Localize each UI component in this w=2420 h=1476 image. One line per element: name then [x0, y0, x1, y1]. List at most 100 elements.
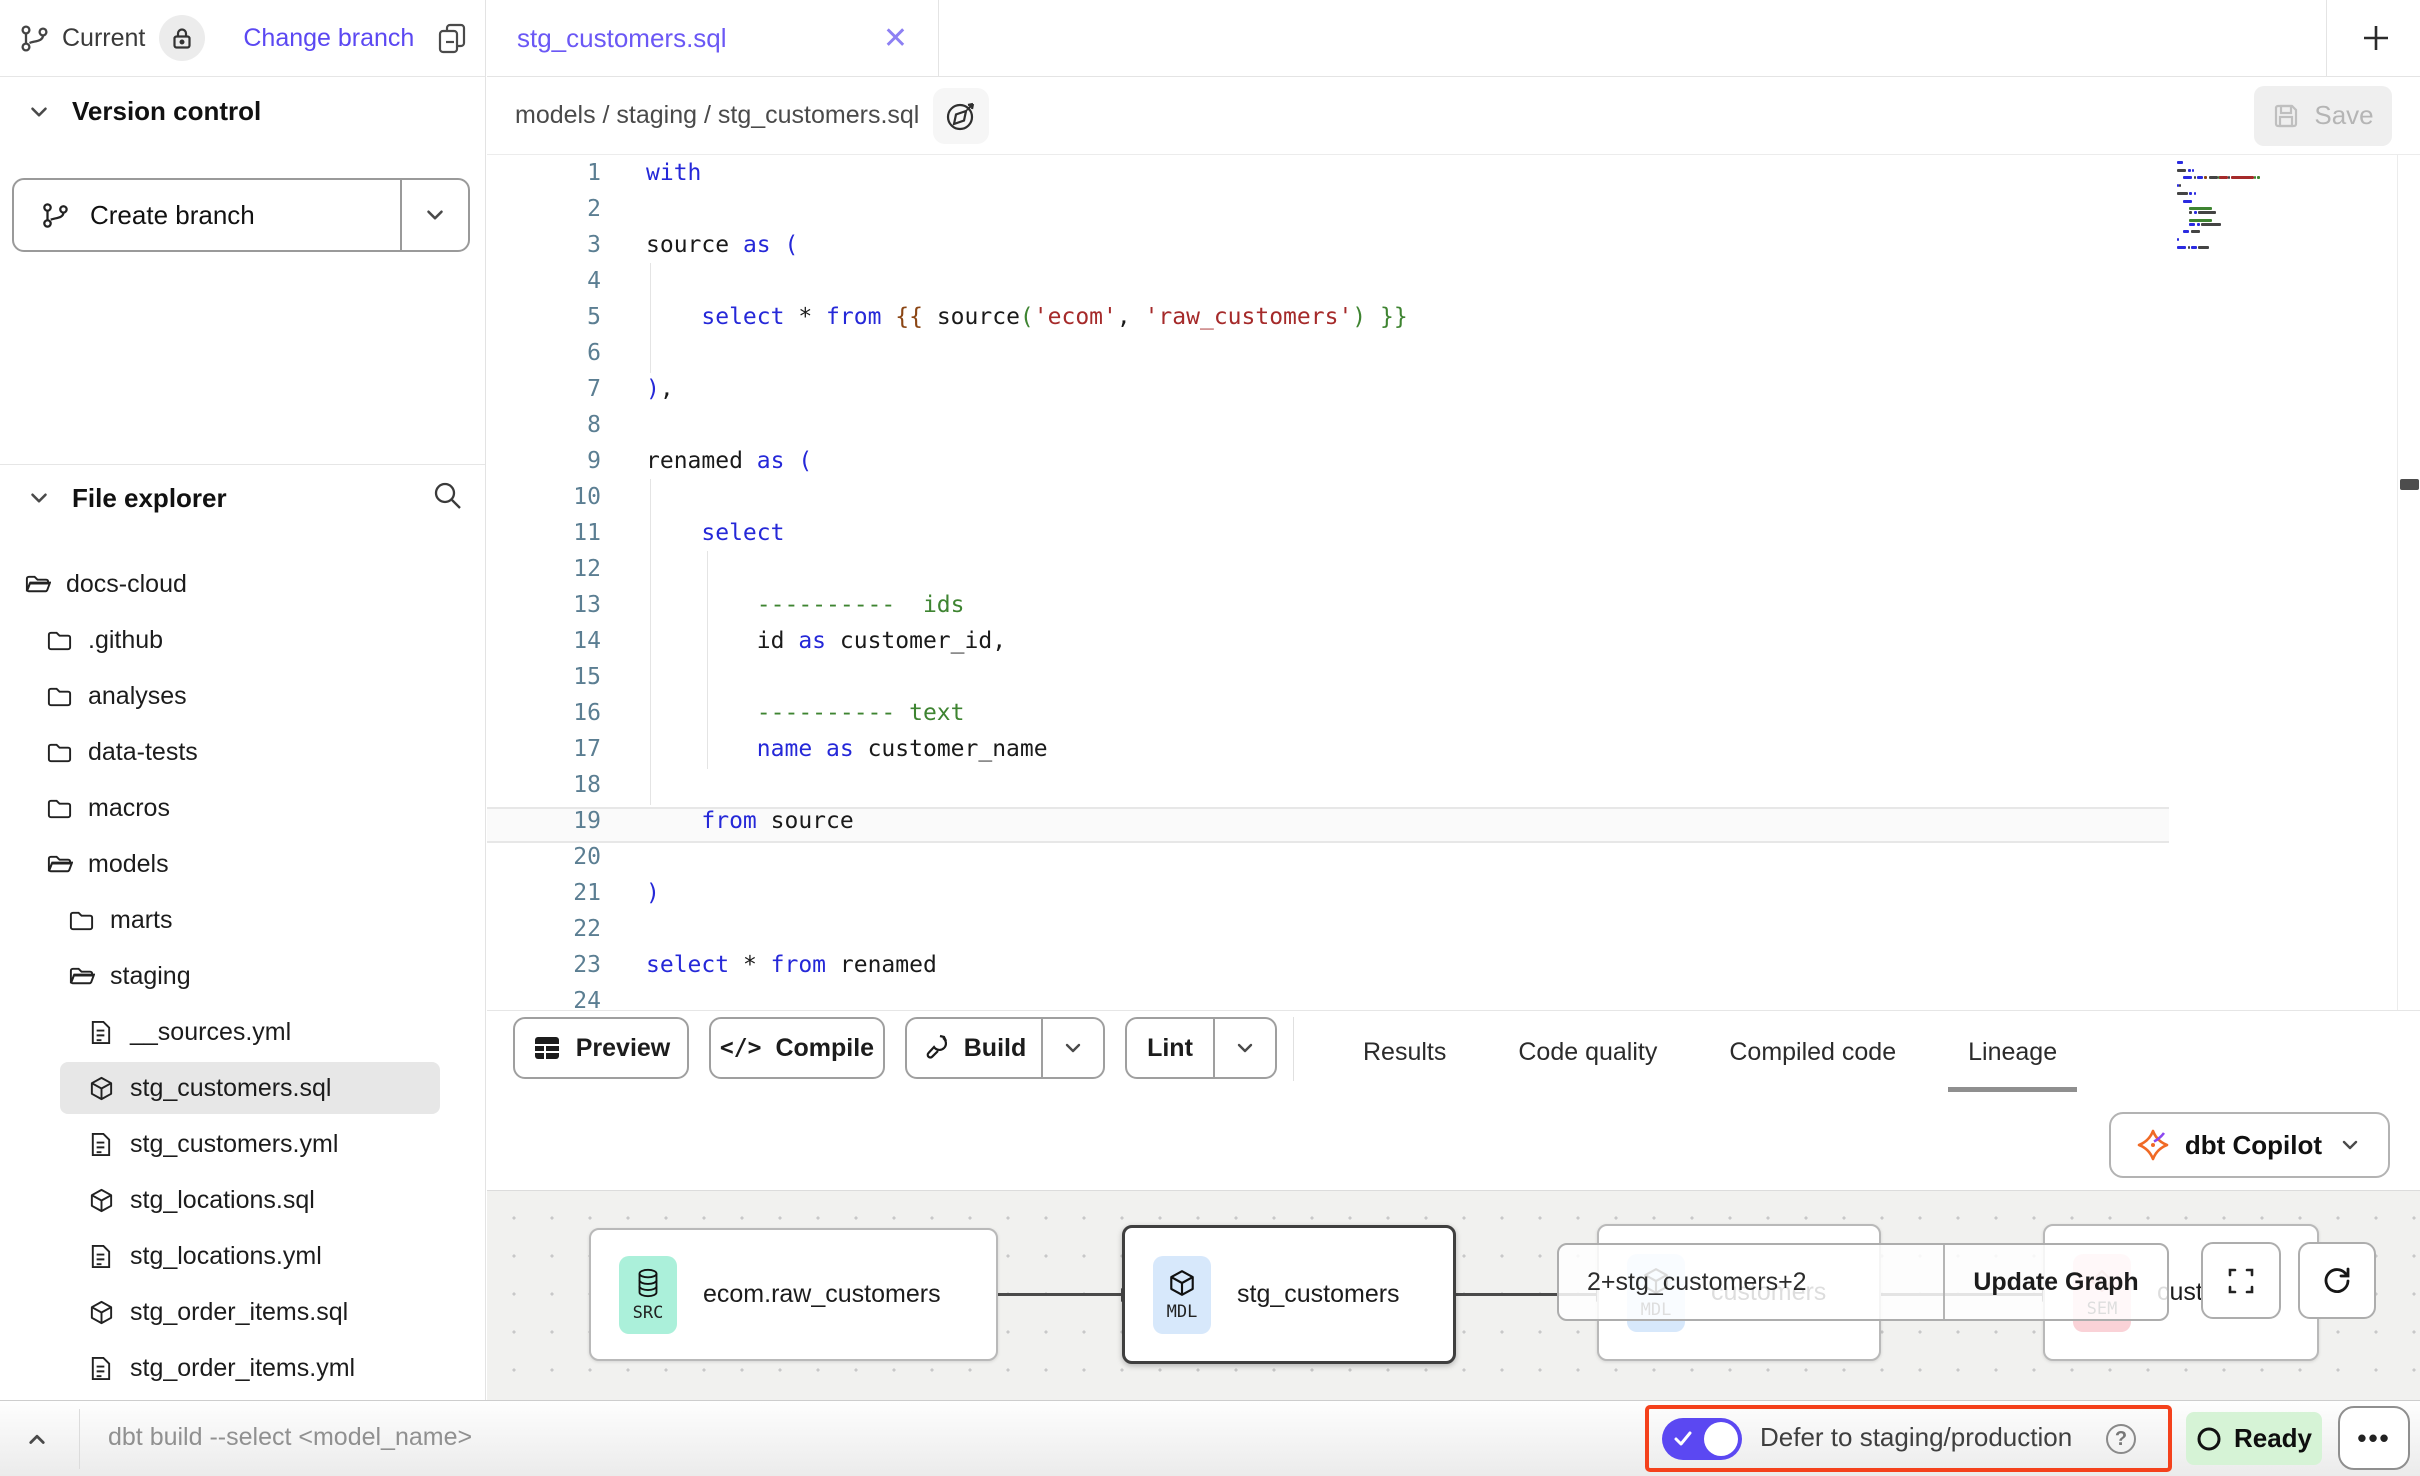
file-tree-item-staging[interactable]: staging	[0, 948, 486, 1004]
code-text: from source	[646, 803, 854, 839]
file-tree-item-models[interactable]: models	[0, 836, 486, 892]
code-line-20[interactable]: 20	[487, 839, 2420, 875]
code-line-2[interactable]: 2	[487, 191, 2420, 227]
dbt-copilot-icon	[2137, 1129, 2169, 1161]
file-explorer-header[interactable]: File explorer	[0, 465, 485, 531]
search-icon[interactable]	[431, 479, 465, 513]
new-tab-button[interactable]	[2356, 18, 2396, 58]
code-line-16[interactable]: 16 ---------- text	[487, 695, 2420, 731]
tab-stg-customers-sql[interactable]: stg_customers.sql ✕	[487, 0, 939, 77]
code-line-22[interactable]: 22	[487, 911, 2420, 947]
save-button[interactable]: Save	[2254, 86, 2392, 146]
folder-open-icon	[68, 963, 95, 990]
fullscreen-icon[interactable]	[2201, 1242, 2281, 1319]
file-tree-item--sources-yml[interactable]: __sources.yml	[0, 1004, 486, 1060]
code-line-11[interactable]: 11 select	[487, 515, 2420, 551]
tab-lineage[interactable]: Lineage	[1932, 1011, 2093, 1093]
file-tree-item-stg-order-items-yml[interactable]: stg_order_items.yml	[0, 1340, 486, 1396]
code-line-19[interactable]: 19 from source	[487, 803, 2420, 839]
create-branch-label: Create branch	[90, 200, 255, 231]
code-line-18[interactable]: 18	[487, 767, 2420, 803]
code-line-13[interactable]: 13 ---------- ids	[487, 587, 2420, 623]
change-branch-link[interactable]: Change branch	[243, 24, 414, 53]
file-tree-label: stg_customers.yml	[130, 1130, 338, 1159]
file-tree-item-docs-cloud[interactable]: docs-cloud	[0, 556, 486, 612]
version-control-header[interactable]: Version control	[0, 96, 261, 127]
line-number: 3	[487, 227, 601, 263]
file-tree-item-stg-customers-sql[interactable]: stg_customers.sql	[0, 1060, 486, 1116]
code-line-7[interactable]: 7),	[487, 371, 2420, 407]
code-editor[interactable]: 1with23source as (45 select * from {{ so…	[487, 155, 2420, 1010]
code-line-17[interactable]: 17 name as customer_name	[487, 731, 2420, 767]
line-number: 1	[487, 155, 601, 191]
file-tree-item-stg-customers-yml[interactable]: stg_customers.yml	[0, 1116, 486, 1172]
tab-results[interactable]: Results	[1327, 1011, 1482, 1093]
minimap-line	[2188, 169, 2191, 172]
line-number: 2	[487, 191, 601, 227]
tab-code-quality[interactable]: Code quality	[1482, 1011, 1693, 1093]
code-text: name as customer_name	[646, 731, 1048, 767]
create-branch-dropdown[interactable]	[400, 180, 468, 250]
lint-dropdown[interactable]	[1213, 1019, 1275, 1077]
update-graph-button[interactable]: Update Graph	[1943, 1245, 2167, 1319]
lineage-selector-input[interactable]: 2+stg_customers+2	[1559, 1245, 1943, 1319]
code-line-14[interactable]: 14 id as customer_id,	[487, 623, 2420, 659]
code-line-3[interactable]: 3source as (	[487, 227, 2420, 263]
file-tree-item-stg-locations-sql[interactable]: stg_locations.sql	[0, 1172, 486, 1228]
code-line-5[interactable]: 5 select * from {{ source('ecom', 'raw_c…	[487, 299, 2420, 335]
create-branch-main[interactable]: Create branch	[14, 180, 400, 250]
command-input[interactable]: dbt build --select <model_name>	[108, 1423, 472, 1452]
close-icon[interactable]: ✕	[883, 24, 908, 54]
minimap-line	[2188, 246, 2190, 249]
code-line-1[interactable]: 1with	[487, 155, 2420, 191]
file-tree-item-macros[interactable]: macros	[0, 780, 486, 836]
scrollbar-thumb[interactable]	[2400, 479, 2419, 490]
folder-icon	[46, 739, 73, 766]
save-label: Save	[2314, 100, 2373, 131]
lineage-canvas[interactable]: SRCecom.raw_customersMDLstg_customersMDL…	[487, 1190, 2420, 1400]
defer-toggle[interactable]	[1662, 1418, 1742, 1460]
help-icon[interactable]: ?	[2106, 1424, 2136, 1454]
file-tree-item--github[interactable]: .github	[0, 612, 486, 668]
code-line-8[interactable]: 8	[487, 407, 2420, 443]
code-line-10[interactable]: 10	[487, 479, 2420, 515]
build-button[interactable]: Build	[907, 1034, 1041, 1063]
code-text: ---------- text	[646, 695, 965, 731]
lineage-node-ecom-raw-customers[interactable]: SRCecom.raw_customers	[589, 1228, 998, 1361]
chevron-up-icon[interactable]	[22, 1425, 52, 1455]
preview-button[interactable]: Preview	[513, 1017, 689, 1079]
create-branch-button[interactable]: Create branch	[12, 178, 470, 252]
code-line-12[interactable]: 12	[487, 551, 2420, 587]
minimap-line	[2254, 176, 2256, 179]
folder-open-icon	[46, 851, 73, 878]
code-line-21[interactable]: 21)	[487, 875, 2420, 911]
lint-button[interactable]: Lint	[1127, 1034, 1213, 1063]
file-tree-item-marts[interactable]: marts	[0, 892, 486, 948]
compile-button[interactable]: </> Compile	[709, 1017, 885, 1079]
breadcrumb: models / staging / stg_customers.sql	[515, 101, 919, 130]
refresh-icon[interactable]	[2298, 1242, 2376, 1319]
dbt-copilot-button[interactable]: dbt Copilot	[2109, 1112, 2390, 1178]
lineage-node-stg-customers[interactable]: MDLstg_customers	[1122, 1225, 1456, 1364]
folder-icon	[46, 683, 73, 710]
file-tree-item-stg-locations-yml[interactable]: stg_locations.yml	[0, 1228, 486, 1284]
code-line-24[interactable]: 24	[487, 983, 2420, 1010]
code-line-23[interactable]: 23select * from renamed	[487, 947, 2420, 983]
file-tree-item-data-tests[interactable]: data-tests	[0, 724, 486, 780]
copy-icon[interactable]	[435, 21, 469, 55]
tab-compiled-code[interactable]: Compiled code	[1693, 1011, 1932, 1093]
code-line-6[interactable]: 6	[487, 335, 2420, 371]
code-line-9[interactable]: 9renamed as (	[487, 443, 2420, 479]
line-number: 11	[487, 515, 601, 551]
compass-icon[interactable]	[933, 88, 989, 144]
more-options-button[interactable]: •••	[2338, 1406, 2410, 1470]
editor-scrollbar[interactable]	[2397, 155, 2420, 1010]
file-tree-item-stg-order-items-sql[interactable]: stg_order_items.sql	[0, 1284, 486, 1340]
file-tree-item-analyses[interactable]: analyses	[0, 668, 486, 724]
code-line-15[interactable]: 15	[487, 659, 2420, 695]
line-number: 15	[487, 659, 601, 695]
lineage-selector-bar: 2+stg_customers+2 Update Graph	[1557, 1243, 2169, 1321]
build-dropdown[interactable]	[1041, 1019, 1103, 1077]
minimap-line	[2197, 176, 2203, 179]
code-line-4[interactable]: 4	[487, 263, 2420, 299]
